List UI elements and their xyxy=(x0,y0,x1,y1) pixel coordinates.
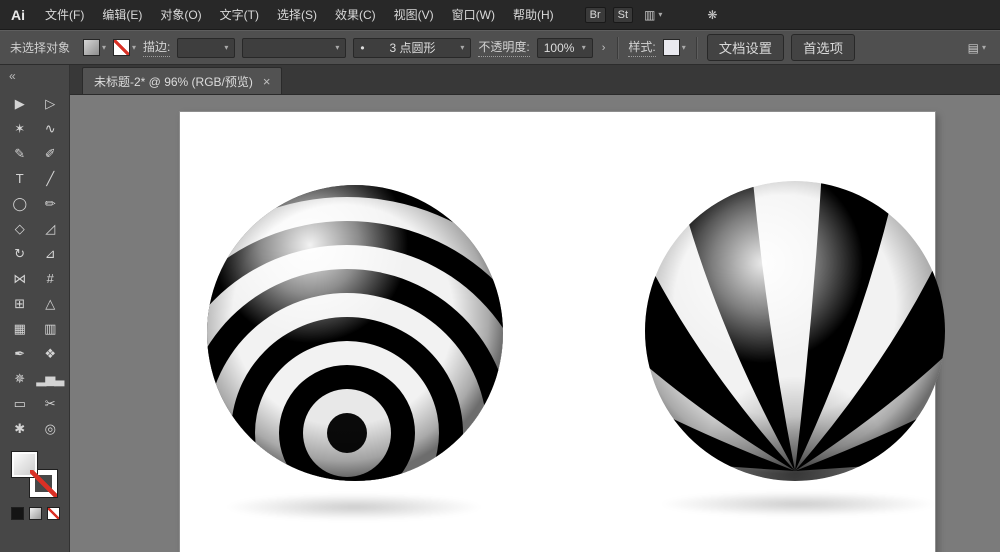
hand-tool[interactable]: ✱ xyxy=(4,416,35,441)
pen-tool[interactable]: ✎ xyxy=(4,141,35,166)
preferences-button[interactable]: 首选项 xyxy=(791,34,855,61)
document-tab-bar: 未标题-2* @ 96% (RGB/预览) × xyxy=(70,65,1000,95)
menu-file[interactable]: 文件(F) xyxy=(36,0,93,30)
chevron-down-icon: ▾ xyxy=(982,43,986,52)
fill-color-swatch[interactable] xyxy=(83,39,100,56)
lasso-tool[interactable]: ∿ xyxy=(35,116,66,141)
document-tab-title: 未标题-2* @ 96% (RGB/预览) xyxy=(94,73,253,90)
chevron-down-icon: ▾ xyxy=(224,43,228,52)
style-swatch[interactable] xyxy=(663,39,680,56)
selection-tool[interactable]: ▶ xyxy=(4,91,35,116)
none-slash-icon xyxy=(48,508,59,519)
opacity-label-link[interactable]: 不透明度: xyxy=(478,38,529,57)
menu-type[interactable]: 文字(T) xyxy=(211,0,268,30)
zoom-tool[interactable]: ◎ xyxy=(35,416,66,441)
chevron-down-icon[interactable]: ▾ xyxy=(102,43,106,52)
opacity-input[interactable]: 100% ▾ xyxy=(537,38,593,58)
opacity-panel-arrow[interactable]: › xyxy=(600,42,608,54)
menu-window[interactable]: 窗口(W) xyxy=(443,0,504,30)
fill-stroke-indicator xyxy=(11,451,57,497)
symbol-sprayer-tool[interactable]: ✵ xyxy=(4,366,35,391)
document-tab[interactable]: 未标题-2* @ 96% (RGB/预览) × xyxy=(82,67,282,94)
shaper-tool[interactable]: ◇ xyxy=(4,216,35,241)
eyedropper-tool[interactable]: ✒ xyxy=(4,341,35,366)
brush-definition-dropdown[interactable]: • 3 点圆形 ▾ xyxy=(353,38,471,58)
type-tool[interactable]: T xyxy=(4,166,35,191)
mesh-tool[interactable]: ▦ xyxy=(4,316,35,341)
slice-tool[interactable]: ✂ xyxy=(35,391,66,416)
striped-sphere-horizontal[interactable] xyxy=(190,168,520,498)
menu-effect[interactable]: 效果(C) xyxy=(326,0,385,30)
paintbrush-tool[interactable]: ✏ xyxy=(35,191,66,216)
variable-width-profile-dropdown[interactable]: ▾ xyxy=(242,38,346,58)
stroke-weight-dropdown[interactable]: ▾ xyxy=(177,38,235,58)
none-button[interactable] xyxy=(47,507,60,520)
scale-tool[interactable]: ⊿ xyxy=(35,241,66,266)
menubar: Ai 文件(F) 编辑(E) 对象(O) 文字(T) 选择(S) 效果(C) 视… xyxy=(0,0,1000,30)
stock-button[interactable]: St xyxy=(613,7,633,23)
arrange-documents-icon: ▥ xyxy=(644,8,655,22)
chevron-down-icon[interactable]: ▾ xyxy=(132,43,136,52)
blend-tool[interactable]: ❖ xyxy=(35,341,66,366)
divider xyxy=(617,37,618,59)
chevron-down-icon: ▾ xyxy=(582,43,586,52)
control-panel-menu-button[interactable]: ▤ ▾ xyxy=(964,39,990,57)
canvas-area[interactable] xyxy=(70,95,1000,552)
stroke-color-swatch[interactable] xyxy=(113,39,130,56)
gradient-button[interactable] xyxy=(29,507,42,520)
width-tool[interactable]: ⋈ xyxy=(4,266,35,291)
rotate-tool[interactable]: ↻ xyxy=(4,241,35,266)
fill-color-control[interactable]: ▾ xyxy=(83,39,106,56)
eraser-tool[interactable]: ◿ xyxy=(35,216,66,241)
style-control[interactable]: ▾ xyxy=(663,39,686,56)
app-logo[interactable]: Ai xyxy=(0,7,36,23)
magic-wand-tool[interactable]: ✶ xyxy=(4,116,35,141)
brush-name: 3 点圆形 xyxy=(389,39,435,56)
menu-object[interactable]: 对象(O) xyxy=(151,0,210,30)
striped-sphere-vertical[interactable] xyxy=(630,166,960,496)
stroke-color-control[interactable]: ▾ xyxy=(113,39,136,56)
collapse-panel-button[interactable]: « xyxy=(0,65,69,89)
gradient-tool[interactable]: ▥ xyxy=(35,316,66,341)
brush-preview-icon: • xyxy=(360,41,364,55)
curvature-tool[interactable]: ✐ xyxy=(35,141,66,166)
chevron-down-icon: ▾ xyxy=(658,10,662,19)
divider xyxy=(696,37,697,59)
tools-panel: « ▶ ▷ ✶ ∿ ✎ ✐ T ╱ ◯ ✏ ◇ ◿ ↻ ⊿ xyxy=(0,65,70,552)
chevron-down-icon: ▾ xyxy=(460,43,464,52)
stroke-none-icon xyxy=(30,470,57,497)
close-icon[interactable]: × xyxy=(263,75,271,88)
color-mode-buttons xyxy=(11,507,69,520)
document-setup-button[interactable]: 文档设置 xyxy=(707,34,784,61)
menu-list: 文件(F) 编辑(E) 对象(O) 文字(T) 选择(S) 效果(C) 视图(V… xyxy=(36,0,563,30)
chevron-down-icon: ▾ xyxy=(335,43,339,52)
arrange-documents-button[interactable]: ▥ ▾ xyxy=(640,6,666,24)
panel-menu-icon: ▤ xyxy=(968,41,979,55)
stroke-label-link[interactable]: 描边: xyxy=(143,38,170,57)
free-transform-tool[interactable]: # xyxy=(35,266,66,291)
menu-help[interactable]: 帮助(H) xyxy=(504,0,563,30)
shape-builder-tool[interactable]: ⊞ xyxy=(4,291,35,316)
menu-select[interactable]: 选择(S) xyxy=(268,0,326,30)
direct-selection-tool[interactable]: ▷ xyxy=(35,91,66,116)
control-bar: 未选择对象 ▾ ▾ 描边: ▾ ▾ • 3 点圆形 ▾ 不透明度: 100% ▾… xyxy=(0,30,1000,65)
perspective-grid-tool[interactable]: △ xyxy=(35,291,66,316)
line-segment-tool[interactable]: ╱ xyxy=(35,166,66,191)
tool-grid: ▶ ▷ ✶ ∿ ✎ ✐ T ╱ ◯ ✏ ◇ ◿ ↻ ⊿ ⋈ # xyxy=(0,89,69,441)
color-button[interactable] xyxy=(11,507,24,520)
column-graph-tool[interactable]: ▂▅▃ xyxy=(35,366,66,391)
none-slash-icon xyxy=(114,40,129,55)
style-label-link[interactable]: 样式: xyxy=(628,38,655,57)
bridge-button[interactable]: Br xyxy=(585,7,606,23)
artboard-tool[interactable]: ▭ xyxy=(4,391,35,416)
workspace-icon: ❋ xyxy=(707,8,717,22)
selection-status: 未选择对象 xyxy=(10,39,70,56)
menubar-right-cluster: Br St ▥ ▾ ❋ xyxy=(585,6,722,24)
workspace-button[interactable]: ❋ xyxy=(703,6,721,24)
opacity-value: 100% xyxy=(544,41,575,55)
menu-edit[interactable]: 编辑(E) xyxy=(93,0,151,30)
menu-view[interactable]: 视图(V) xyxy=(385,0,443,30)
chevron-down-icon[interactable]: ▾ xyxy=(682,43,686,52)
ellipse-tool[interactable]: ◯ xyxy=(4,191,35,216)
